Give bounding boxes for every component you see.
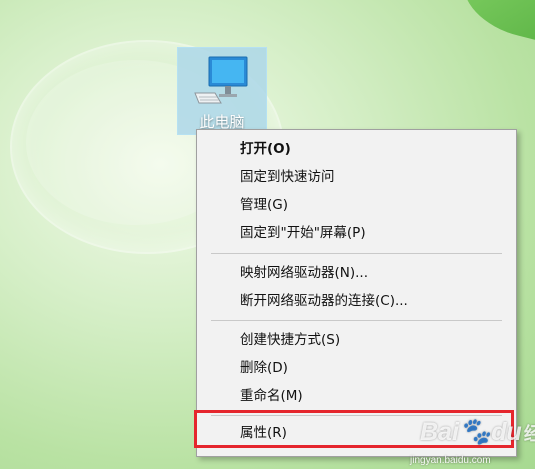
paw-icon: 🐾 (458, 416, 492, 446)
watermark-logo-jingyan: 经验 (523, 424, 535, 444)
menu-item-rename[interactable]: 重命名(M) (198, 382, 515, 410)
menu-item-delete[interactable]: 删除(D) (198, 354, 515, 382)
menu-item-manage[interactable]: 管理(G) (198, 191, 515, 219)
watermark-logo: Bai🐾du经验 (420, 416, 535, 447)
baidu-jingyan-watermark: Bai🐾du经验 jingyan.baidu.com (408, 410, 535, 468)
menu-item-open[interactable]: 打开(O) (198, 135, 515, 163)
watermark-url: jingyan.baidu.com (410, 455, 491, 466)
wallpaper-leaf (453, 0, 535, 43)
this-pc-desktop-icon[interactable]: 此电脑 (177, 47, 267, 135)
menu-item-create-shortcut[interactable]: 创建快捷方式(S) (198, 326, 515, 354)
menu-item-pin-to-quick-access[interactable]: 固定到快速访问 (198, 163, 515, 191)
menu-item-map-network-drive[interactable]: 映射网络驱动器(N)... (198, 259, 515, 287)
menu-item-pin-to-start[interactable]: 固定到"开始"屏幕(P) (198, 219, 515, 247)
watermark-logo-bai: Bai (420, 418, 459, 446)
menu-separator (211, 320, 502, 321)
watermark-logo-du: du (491, 418, 522, 446)
context-menu: 打开(O) 固定到快速访问 管理(G) 固定到"开始"屏幕(P) 映射网络驱动器… (196, 129, 517, 457)
menu-separator (211, 253, 502, 254)
menu-item-disconnect-network-drive[interactable]: 断开网络驱动器的连接(C)... (198, 287, 515, 315)
computer-icon (194, 56, 248, 104)
